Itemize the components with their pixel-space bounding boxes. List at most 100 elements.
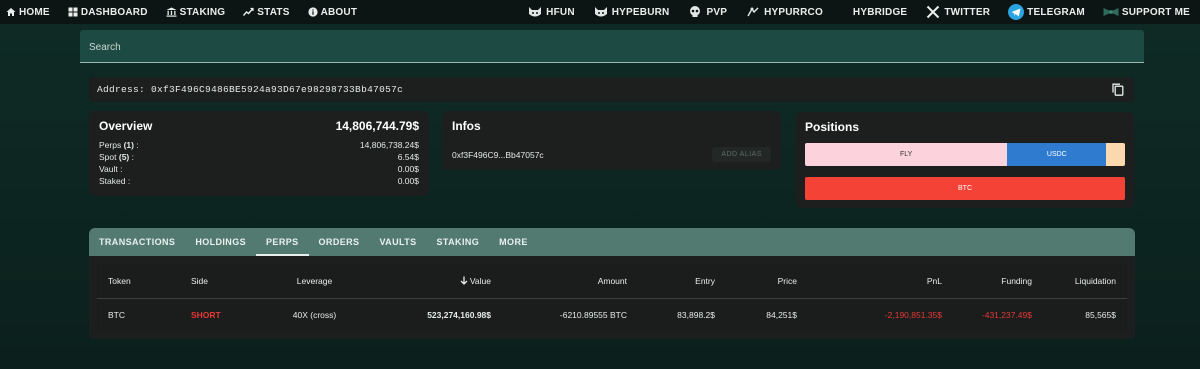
nav-twitter[interactable]: TWITTER <box>925 4 990 20</box>
address-bar: Address: 0xf3F496C9486BE5924a93D67e98298… <box>89 77 1134 102</box>
cell-token: BTC <box>108 309 125 320</box>
col-header-leverage[interactable]: Leverage <box>257 264 372 299</box>
tab-bar: TRANSACTIONS HOLDINGS PERPS ORDERS VAULT… <box>89 228 1135 256</box>
overview-card: Overview 14,806,744.79$ Perps (1) : 14,8… <box>89 111 429 196</box>
address-value: 0xf3F496C9486BE5924a93D67e98298733Bb4705… <box>151 84 404 95</box>
nav-stats-label: STATS <box>257 6 290 18</box>
address-label: Address: <box>97 84 146 95</box>
cell-value: 523,274,160.98$ <box>427 309 491 320</box>
col-header-side[interactable]: Side <box>180 264 257 299</box>
overview-row-label: Spot <box>99 152 117 162</box>
nav-pvp[interactable]: PVP <box>687 4 727 20</box>
overview-row-perps: Perps (1) : 14,806,738.24$ <box>99 140 419 150</box>
col-header-label: Leverage <box>296 275 333 286</box>
overview-row-label: Staked <box>99 176 126 186</box>
cell-amount: -6210.89555 BTC <box>559 309 627 320</box>
copy-button[interactable] <box>1110 82 1126 98</box>
tab-more[interactable]: MORE <box>489 228 538 256</box>
positions-card: Positions FLY USDC BTC <box>796 112 1134 208</box>
overview-row-value: 0.00$ <box>397 176 419 186</box>
tab-perps[interactable]: PERPS <box>256 228 309 256</box>
arrow-down-icon <box>460 276 468 285</box>
col-header-label: Token <box>108 275 131 286</box>
col-header-price[interactable]: Price <box>726 264 808 299</box>
tab-staking[interactable]: STAKING <box>427 228 490 256</box>
positions-btc-bar[interactable]: BTC <box>805 177 1125 200</box>
tab-transactions[interactable]: TRANSACTIONS <box>89 228 185 256</box>
cell-price: 84,251$ <box>766 309 797 320</box>
overview-row-value: 6.54$ <box>397 152 419 162</box>
cell-side: SHORT <box>191 309 221 320</box>
copy-icon <box>1112 83 1124 96</box>
nav-home[interactable]: HOME <box>6 7 50 18</box>
positions-btc-label: BTC <box>958 185 972 192</box>
col-header-label: Entry <box>695 275 715 286</box>
nav-stats[interactable]: STATS <box>243 7 289 18</box>
perps-table: Token Side Leverage Value Amount Entry P… <box>97 264 1127 331</box>
search-box <box>80 30 1144 63</box>
overview-row-label: Perps <box>99 140 122 150</box>
nav-support-label: SUPPORT ME <box>1121 6 1190 18</box>
tab-label: STAKING <box>436 237 480 247</box>
nav-about-label: ABOUT <box>320 6 358 18</box>
nav-hypurrco-label: HYPURRCO <box>764 6 823 18</box>
tab-label: ORDERS <box>318 237 360 247</box>
table-row[interactable]: BTC SHORT 40X (cross) 523,274,160.98$ -6… <box>97 298 1127 331</box>
search-input[interactable] <box>80 30 1144 62</box>
col-header-token[interactable]: Token <box>97 264 180 299</box>
telegram-icon <box>1008 4 1025 20</box>
table-header-row: Token Side Leverage Value Amount Entry P… <box>97 264 1127 299</box>
positions-segment[interactable]: USDC <box>1007 143 1107 166</box>
tab-orders[interactable]: ORDERS <box>309 228 370 256</box>
bowtie-icon <box>1103 4 1119 20</box>
overview-row-vault: Vault : 0.00$ <box>99 164 419 174</box>
tab-holdings[interactable]: HOLDINGS <box>185 228 256 256</box>
positions-segment[interactable]: FLY <box>805 143 1008 166</box>
col-header-amount[interactable]: Amount <box>502 264 638 299</box>
nav-support[interactable]: SUPPORT ME <box>1103 4 1190 20</box>
infos-short-address: 0xf3F496C9...Bb47057c <box>452 149 544 160</box>
tab-label: HOLDINGS <box>195 237 247 247</box>
trend-icon <box>243 7 254 17</box>
x-icon <box>925 4 941 20</box>
bank-icon <box>166 7 177 17</box>
nav-about[interactable]: ABOUT <box>307 6 358 18</box>
col-header-funding[interactable]: Funding <box>953 264 1043 299</box>
nav-hypurrco[interactable]: HYPURRCO <box>745 4 823 20</box>
nav-dashboard-label: DASHBOARD <box>80 6 148 18</box>
nav-dashboard[interactable]: DASHBOARD <box>68 7 148 18</box>
nav-staking-label: STAKING <box>179 6 226 18</box>
nav-hfun-label: HFUN <box>546 6 575 18</box>
tab-label: TRANSACTIONS <box>99 237 176 247</box>
nav-hybridge[interactable]: HYBRIDGE <box>853 7 907 18</box>
tab-label: PERPS <box>266 237 299 247</box>
nav-hybridge-label: HYBRIDGE <box>852 6 908 18</box>
col-header-pnl[interactable]: PnL <box>808 264 953 299</box>
nav-left: HOME DASHBOARD STAKING STATS ABOUT <box>0 0 369 24</box>
overview-title: Overview <box>99 119 153 133</box>
cell-entry: 83,898.2$ <box>677 309 715 320</box>
col-header-label: Liquidation <box>1074 275 1116 286</box>
col-header-liquidation[interactable]: Liquidation <box>1043 264 1127 299</box>
positions-segment[interactable] <box>1106 143 1125 166</box>
tab-vaults[interactable]: VAULTS <box>369 228 426 256</box>
col-header-entry[interactable]: Entry <box>638 264 726 299</box>
add-alias-button[interactable]: ADD ALIAS <box>712 147 771 162</box>
overview-row-label: Vault <box>99 164 118 174</box>
col-header-value[interactable]: Value <box>372 264 502 299</box>
nav-telegram[interactable]: TELEGRAM <box>1008 4 1085 20</box>
nav-staking[interactable]: STAKING <box>166 7 226 18</box>
positions-segment-label: USDC <box>1046 151 1067 158</box>
nav-hfun[interactable]: HFUN <box>527 4 575 20</box>
overview-rows: Perps (1) : 14,806,738.24$ Spot (5) : 6.… <box>99 139 419 187</box>
overview-row-value: 0.00$ <box>397 164 419 174</box>
cat-icon <box>527 4 543 20</box>
tab-label: MORE <box>499 237 528 247</box>
overview-total: 14,806,744.79$ <box>335 119 419 133</box>
home-icon <box>6 7 16 17</box>
overview-row-count: (1) <box>123 140 134 150</box>
cell-leverage: 40X (cross) <box>292 309 337 320</box>
nav-right: HFUN HYPEBURN PVP HYPURRCO HYBRIDGE TWIT… <box>509 0 1200 24</box>
nav-hypeburn[interactable]: HYPEBURN <box>593 4 670 20</box>
positions-allocation-bar: FLY USDC <box>805 143 1125 166</box>
